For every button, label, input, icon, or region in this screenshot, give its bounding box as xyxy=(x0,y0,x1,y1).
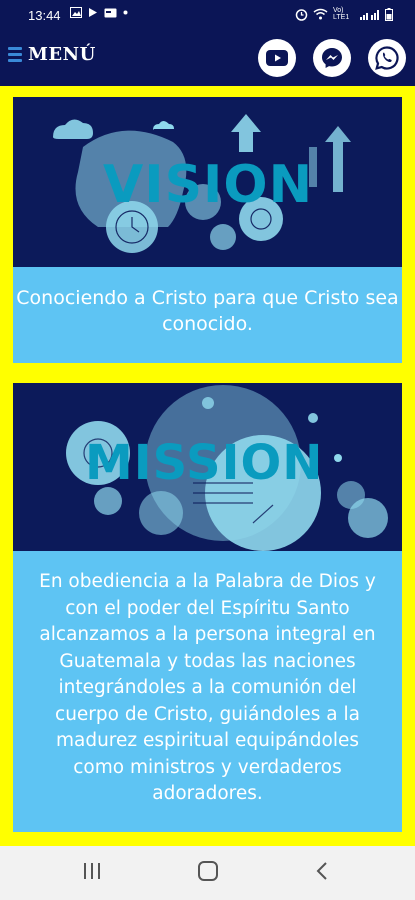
vision-text: Conociendo a Cristo para que Cristo sea … xyxy=(13,267,402,363)
status-bar: 13:44 Vo) LTE1 xyxy=(0,0,415,30)
wifi-icon xyxy=(313,8,328,20)
menu-label: MENÚ xyxy=(28,44,96,65)
mission-text: En obediencia a la Palabra de Dios y con… xyxy=(13,551,402,832)
dot-icon xyxy=(123,10,128,15)
card-icon xyxy=(104,8,117,17)
messenger-icon xyxy=(322,48,342,68)
whatsapp-icon xyxy=(375,46,399,70)
messenger-button[interactable] xyxy=(313,39,351,77)
gallery-icon xyxy=(70,7,82,18)
system-nav-bar xyxy=(0,846,415,900)
back-icon[interactable] xyxy=(315,860,329,882)
network-label: Vo) LTE1 xyxy=(333,7,350,21)
battery-icon xyxy=(385,7,393,21)
status-time: 13:44 xyxy=(28,8,61,23)
content-area: VISION Conociendo a Cristo para que Cris… xyxy=(0,86,415,846)
mission-title: MISSION xyxy=(85,435,324,491)
whatsapp-button[interactable] xyxy=(368,39,406,77)
recent-apps-icon[interactable] xyxy=(83,860,101,882)
play-icon xyxy=(89,8,97,17)
youtube-button[interactable] xyxy=(258,39,296,77)
vision-card: VISION Conociendo a Cristo para que Cris… xyxy=(13,97,402,363)
vision-banner: VISION xyxy=(13,97,402,267)
hamburger-icon xyxy=(8,44,22,65)
mission-card: MISSION En obediencia a la Palabra de Di… xyxy=(13,383,402,832)
vision-title: VISION xyxy=(103,155,314,215)
home-icon[interactable] xyxy=(197,860,219,882)
alarm-icon xyxy=(295,8,308,21)
youtube-icon xyxy=(266,50,288,66)
signal-icon xyxy=(360,9,379,20)
app-bar: MENÚ xyxy=(0,30,415,86)
menu-button[interactable]: MENÚ xyxy=(8,44,96,65)
mission-banner: MISSION xyxy=(13,383,402,551)
